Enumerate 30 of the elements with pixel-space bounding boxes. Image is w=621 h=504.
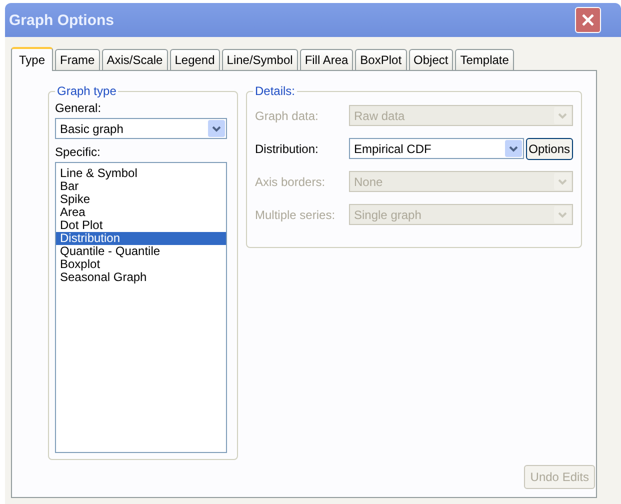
- list-item[interactable]: Quantile - Quantile: [56, 245, 226, 258]
- list-item[interactable]: Boxplot: [56, 258, 226, 271]
- tab[interactable]: Axis/Scale: [102, 49, 168, 70]
- field-label: Axis borders:: [255, 174, 326, 188]
- dropdown[interactable]: Empirical CDF: [349, 138, 524, 159]
- list-item[interactable]: Bar: [56, 180, 226, 193]
- list-item[interactable]: Area: [56, 206, 226, 219]
- tab[interactable]: Legend: [170, 49, 220, 70]
- tab[interactable]: Template: [455, 49, 514, 70]
- field-label: Distribution:: [255, 142, 320, 156]
- group-title: Details:: [253, 84, 298, 98]
- tab[interactable]: BoxPlot: [355, 49, 407, 70]
- list-item[interactable]: Dot Plot: [56, 219, 226, 232]
- list-item[interactable]: Distribution: [56, 232, 226, 245]
- field-label: General:: [55, 101, 102, 116]
- tab[interactable]: Frame: [55, 49, 100, 70]
- list-item[interactable]: Seasonal Graph: [56, 271, 226, 284]
- tab[interactable]: Line/Symbol: [222, 49, 298, 70]
- field-label: Specific:: [55, 145, 102, 160]
- options-button[interactable]: Options: [526, 138, 573, 160]
- general-dropdown[interactable]: Basic graph: [55, 118, 227, 139]
- tab[interactable]: Fill Area: [300, 49, 354, 70]
- field-label: Multiple series:: [255, 208, 336, 222]
- window-title: Graph Options: [9, 12, 114, 28]
- field-label: Graph data:: [255, 108, 320, 122]
- tab[interactable]: Object: [408, 49, 454, 70]
- list-item[interactable]: Spike: [56, 193, 226, 206]
- group-title: Graph type: [55, 84, 118, 98]
- tab[interactable]: Type: [11, 47, 54, 71]
- list-item[interactable]: Line & Symbol: [56, 167, 226, 180]
